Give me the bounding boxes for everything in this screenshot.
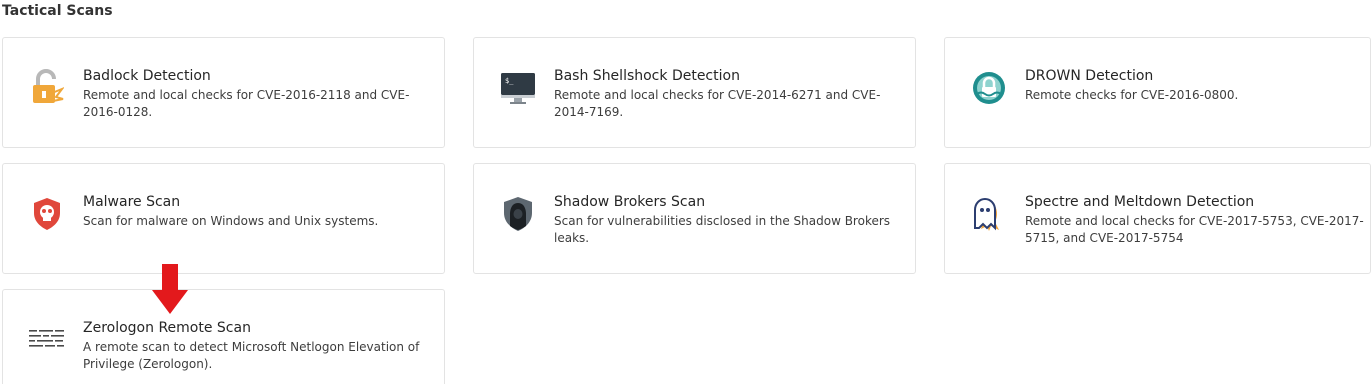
scan-card-badlock[interactable]: Badlock Detection Remote and local check… bbox=[2, 37, 445, 148]
red-down-arrow-icon bbox=[152, 264, 188, 314]
scan-card-shadow-brokers[interactable]: Shadow Brokers Scan Scan for vulnerabili… bbox=[473, 163, 916, 274]
scan-title: Zerologon Remote Scan bbox=[83, 320, 251, 336]
scan-card-spectre-meltdown[interactable]: Spectre and Meltdown Detection Remote an… bbox=[944, 163, 1371, 274]
scan-card-drown[interactable]: DROWN Detection Remote checks for CVE-20… bbox=[944, 37, 1371, 148]
scan-title: DROWN Detection bbox=[1025, 68, 1154, 84]
scan-title: Bash Shellshock Detection bbox=[554, 68, 740, 84]
scan-title: Badlock Detection bbox=[83, 68, 211, 84]
scan-description: Remote and local checks for CVE-2017-575… bbox=[1025, 214, 1364, 245]
scan-description: Remote and local checks for CVE-2016-211… bbox=[83, 88, 410, 119]
scan-description: A remote scan to detect Microsoft Netlog… bbox=[83, 340, 420, 371]
scan-description: Remote and local checks for CVE-2014-627… bbox=[554, 88, 881, 119]
scan-card-zerologon[interactable]: Zerologon Remote Scan A remote scan to d… bbox=[2, 289, 445, 384]
scan-card-malware[interactable]: Malware Scan Scan for malware on Windows… bbox=[2, 163, 445, 274]
terminal-monitor-icon: $_ bbox=[498, 68, 538, 108]
hooded-figure-shield-icon bbox=[498, 194, 538, 234]
scan-title: Spectre and Meltdown Detection bbox=[1025, 194, 1255, 210]
scan-title: Shadow Brokers Scan bbox=[554, 194, 706, 210]
unlocked-padlock-icon bbox=[27, 68, 67, 108]
ghost-icon bbox=[969, 194, 1009, 234]
code-text-icon bbox=[27, 320, 67, 360]
scan-card-bash-shellshock[interactable]: $_ Bash Shellshock Detection Remote and … bbox=[473, 37, 916, 148]
scan-description: Scan for vulnerabilities disclosed in th… bbox=[554, 214, 891, 245]
scan-title: Malware Scan bbox=[83, 194, 181, 210]
tactical-scans-page: Tactical Scans Badlock Detection Remote … bbox=[0, 0, 1371, 384]
section-title: Tactical Scans bbox=[2, 3, 113, 19]
scan-description: Remote checks for CVE-2016-0800. bbox=[1025, 88, 1239, 102]
drowning-lock-icon bbox=[969, 68, 1009, 108]
scan-description: Scan for malware on Windows and Unix sys… bbox=[83, 214, 379, 228]
skull-shield-icon bbox=[27, 194, 67, 234]
svg-text:$_: $_ bbox=[505, 77, 514, 85]
